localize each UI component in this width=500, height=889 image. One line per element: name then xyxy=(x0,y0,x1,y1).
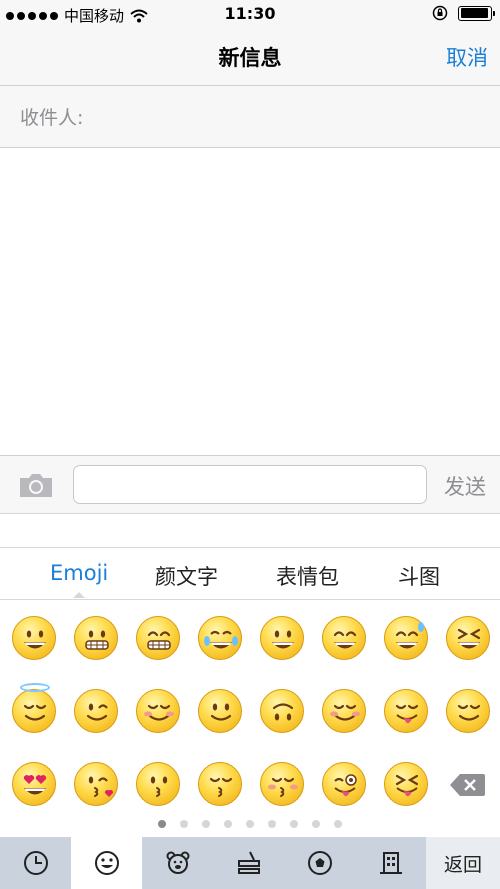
yum-face-icon[interactable] xyxy=(384,689,428,733)
tab-emoji[interactable]: Emoji xyxy=(50,561,108,598)
message-input-bar: 发送 xyxy=(0,455,500,514)
grin-face-icon[interactable] xyxy=(136,616,180,660)
sweat-smile-face-icon[interactable] xyxy=(384,616,428,660)
cancel-button[interactable]: 取消 xyxy=(446,42,488,72)
recipients-label: 收件人: xyxy=(20,107,84,129)
page-dot[interactable] xyxy=(180,820,188,828)
travel-tab[interactable] xyxy=(355,837,426,889)
keyboard-toolbar: 返回 xyxy=(0,837,500,889)
tears-of-joy-face-icon[interactable] xyxy=(198,616,242,660)
innocent-face-icon[interactable] xyxy=(12,683,56,733)
halo-icon xyxy=(20,683,50,692)
delete-key-icon[interactable] xyxy=(448,772,486,798)
food-icon xyxy=(237,851,260,874)
rotation-lock-icon xyxy=(432,5,448,21)
activity-tab[interactable] xyxy=(284,837,355,889)
page-dot[interactable] xyxy=(268,820,276,828)
slight-smile-face-icon[interactable] xyxy=(198,689,242,733)
kissing-face-icon[interactable] xyxy=(136,762,180,806)
page-dot[interactable] xyxy=(202,820,210,828)
page-indicator xyxy=(0,820,500,836)
smile-face-icon[interactable] xyxy=(322,616,366,660)
send-button[interactable]: 发送 xyxy=(444,471,486,501)
sticker-category-tabs: Emoji 颜文字 表情包 斗图 xyxy=(0,548,500,600)
recipients-field[interactable]: 收件人: xyxy=(0,86,500,148)
page-dot[interactable] xyxy=(334,820,342,828)
keyboard-top-strip xyxy=(0,514,500,548)
page-dot[interactable] xyxy=(158,820,166,828)
building-icon xyxy=(379,852,402,874)
smiley-face-icon[interactable] xyxy=(260,616,304,660)
tab-meme-battle[interactable]: 斗图 xyxy=(398,561,440,591)
animals-tab[interactable] xyxy=(142,837,213,889)
clock-time: 11:30 xyxy=(224,4,276,23)
page-title: 新信息 xyxy=(218,46,282,70)
soccer-ball-icon xyxy=(307,851,332,875)
recent-tab[interactable] xyxy=(0,837,71,889)
page-dot[interactable] xyxy=(224,820,232,828)
kissing-heart-face-icon[interactable] xyxy=(74,762,118,806)
message-text-field[interactable] xyxy=(73,465,427,504)
wink-face-icon[interactable] xyxy=(74,689,118,733)
page-dot[interactable] xyxy=(290,820,298,828)
tab-kaomoji[interactable]: 颜文字 xyxy=(155,561,218,591)
battery-icon xyxy=(458,5,495,21)
kissing-closed-eyes-face-icon[interactable] xyxy=(260,762,304,806)
emoji-tab[interactable] xyxy=(71,837,142,889)
relaxed-face-icon[interactable] xyxy=(322,689,366,733)
upside-down-face-icon[interactable] xyxy=(260,689,304,733)
heart-eyes-face-icon[interactable] xyxy=(12,762,56,806)
status-bar: 中国移动 11:30 xyxy=(0,0,500,28)
tongue-closed-eyes-face-icon[interactable] xyxy=(384,762,428,806)
page-dot[interactable] xyxy=(312,820,320,828)
blush-face-icon[interactable] xyxy=(136,689,180,733)
grimacing-face-icon[interactable] xyxy=(74,616,118,660)
laughing-face-icon[interactable] xyxy=(446,616,490,660)
emoji-grid xyxy=(0,601,500,818)
back-button[interactable]: 返回 xyxy=(426,837,500,889)
clock-icon xyxy=(23,851,48,875)
food-tab[interactable] xyxy=(213,837,284,889)
kissing-smiling-eyes-face-icon[interactable] xyxy=(198,762,242,806)
navigation-bar: 新信息 取消 xyxy=(0,28,500,86)
relieved-face-icon[interactable] xyxy=(446,689,490,733)
grinning-face-icon[interactable] xyxy=(12,616,56,660)
tongue-wink-face-icon[interactable] xyxy=(322,762,366,806)
tab-sticker-packs[interactable]: 表情包 xyxy=(276,561,339,591)
page-dot[interactable] xyxy=(246,820,254,828)
camera-icon[interactable] xyxy=(18,472,54,499)
conversation-area xyxy=(0,148,500,455)
smiley-icon xyxy=(94,851,119,875)
bear-icon xyxy=(166,851,189,874)
new-message-screen: 中国移动 11:30 新信息 取消 收件人: 发送 Emoji 颜文字 表情包 … xyxy=(0,0,500,889)
